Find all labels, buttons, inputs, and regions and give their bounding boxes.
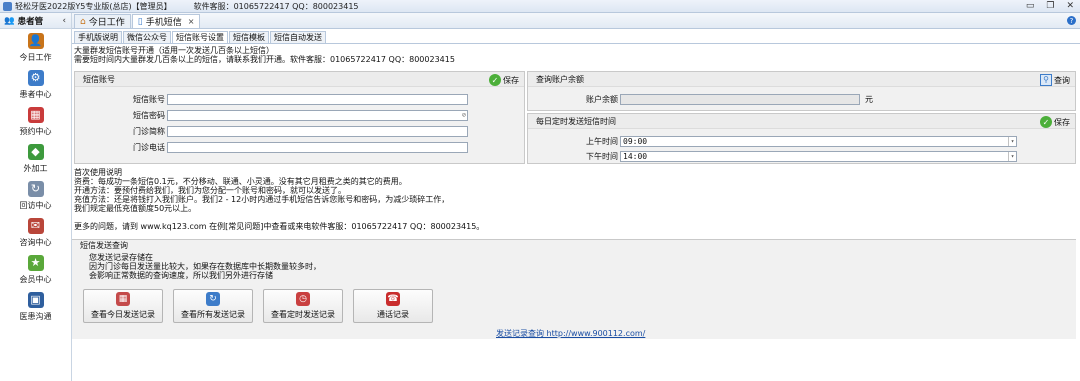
sidebar-item-3[interactable]: ◆ 外加工: [0, 140, 71, 177]
help-icon[interactable]: ?: [1067, 16, 1076, 25]
sidebar-header[interactable]: 👥 患者管 ‹: [0, 13, 71, 29]
followup-icon: ↻: [27, 180, 44, 197]
chevron-down-icon[interactable]: ▾: [1008, 137, 1016, 146]
outsourcing-icon: ◆: [27, 143, 44, 160]
label-balance: 账户余额: [586, 95, 618, 104]
sidebar: 👥 患者管 ‹ 👤 今日工作 ⚙ 患者中心 ▦ 预约中心 ◆ 外加工 ↻ 回访中心 ✉ 咨询中心 ★ 会员…: [0, 13, 72, 381]
sidebar-header-label: 患者管: [17, 16, 44, 27]
main-tabbar: ⌂ 今日工作 ▯ 手机短信 ×: [72, 13, 1080, 29]
communication-icon: ▣: [27, 291, 44, 308]
label-clinic-phone: 门诊电话: [133, 143, 165, 152]
send-records-link[interactable]: 发送记录查询 http://www.900112.com/: [496, 328, 645, 339]
balance-unit: 元: [865, 95, 873, 104]
sidebar-item-7[interactable]: ▣ 医患沟通: [0, 288, 71, 325]
sms-password-input[interactable]: ⊘: [167, 110, 468, 121]
view-scheduled-records-button[interactable]: ◷ 查看定时发送记录: [263, 289, 343, 323]
subtab-sms-account[interactable]: 短信账号设置: [172, 31, 228, 43]
restore-icon[interactable]: ❐: [1046, 1, 1054, 11]
sidebar-item-label: 外加工: [23, 163, 48, 173]
save-schedule-button[interactable]: ✓ 保存: [1040, 116, 1070, 128]
home-icon: ⌂: [80, 16, 86, 27]
collapse-icon[interactable]: ‹: [62, 16, 66, 26]
query-icon: ⚲: [1040, 74, 1052, 86]
notice-text: 大量群发短信账号开通（适用一次发送几百条以上短信） 需要短时间内大量群发几百条以…: [74, 46, 455, 64]
label-pm-time: 下午时间: [586, 152, 618, 161]
subtab-auto-send[interactable]: 短信自动发送: [270, 31, 326, 43]
query-balance-button[interactable]: ⚲ 查询: [1040, 74, 1070, 86]
balance-panel: 查询账户余额 ⚲ 查询 账户余额 元: [527, 71, 1076, 111]
schedule-panel: 每日定时发送短信时间 ✓ 保存 上午时间 09:00 ▾ 下午时间 14:00 …: [527, 113, 1076, 164]
app-logo-icon: [3, 1, 12, 11]
title-bar: 轻松牙医2022版Y5专业版(总店)【管理员】 软件客服：01065722417…: [0, 0, 1080, 13]
sms-query-section: 短信发送查询 您发送记录存储在 因为门诊每日发送量比较大，如果存在数据库中长期数…: [72, 239, 1076, 339]
subtab-wechat[interactable]: 微信公众号: [123, 31, 171, 43]
consult-icon: ✉: [27, 217, 44, 234]
schedule-title: 每日定时发送短信时间: [528, 114, 1075, 129]
label-sms-password: 短信密码: [133, 111, 165, 120]
check-icon: ✓: [1040, 116, 1052, 128]
chevron-down-icon[interactable]: ▾: [1008, 152, 1016, 161]
today-work-icon: 👤: [27, 32, 44, 49]
query-description: 您发送记录存储在 因为门诊每日发送量比较大，如果存在数据库中长期数量较多时， 会…: [89, 253, 321, 280]
subtab-mobile-guide[interactable]: 手机版说明: [74, 31, 122, 43]
hide-password-icon[interactable]: ⊘: [462, 111, 466, 119]
label-am-time: 上午时间: [586, 137, 618, 146]
clinic-abbr-input[interactable]: [167, 126, 468, 137]
pm-time-select[interactable]: 14:00 ▾: [620, 151, 1017, 162]
label-clinic-abbr: 门诊简称: [133, 127, 165, 136]
tab-today-work[interactable]: ⌂ 今日工作: [74, 14, 131, 28]
sms-account-input[interactable]: [167, 94, 468, 105]
sidebar-item-label: 回访中心: [19, 200, 52, 210]
content-area: 大量群发短信账号开通（适用一次发送几百条以上短信） 需要短时间内大量群发几百条以…: [72, 43, 1080, 381]
member-icon: ★: [27, 254, 44, 271]
check-icon: ✓: [489, 74, 501, 86]
sidebar-item-5[interactable]: ✉ 咨询中心: [0, 214, 71, 251]
tab-close-icon[interactable]: ×: [188, 17, 195, 26]
sidebar-item-2[interactable]: ▦ 预约中心: [0, 103, 71, 140]
balance-value: [620, 94, 860, 105]
phone-icon: ▯: [137, 16, 143, 27]
query-section-title: 短信发送查询: [80, 241, 128, 250]
sub-tabbar: 手机版说明 微信公众号 短信账号设置 短信模板 短信自动发送: [74, 31, 327, 43]
refresh-icon: ↻: [206, 292, 220, 306]
sidebar-item-6[interactable]: ★ 会员中心: [0, 251, 71, 288]
hotline-text: 软件客服：01065722417 QQ：800023415: [193, 1, 359, 11]
sidebar-item-label: 患者中心: [19, 89, 52, 99]
telephone-icon: ☎: [386, 292, 400, 306]
view-all-records-button[interactable]: ↻ 查看所有发送记录: [173, 289, 253, 323]
sidebar-item-label: 今日工作: [19, 52, 52, 62]
view-today-records-button[interactable]: ▦ 查看今日发送记录: [83, 289, 163, 323]
minimize-icon[interactable]: ▭: [1026, 1, 1035, 11]
close-icon[interactable]: ✕: [1066, 1, 1074, 11]
calendar-icon: ▦: [116, 292, 130, 306]
sidebar-item-0[interactable]: 👤 今日工作: [0, 29, 71, 66]
sidebar-item-label: 医患沟通: [19, 311, 52, 321]
save-account-button[interactable]: ✓ 保存: [489, 74, 519, 86]
panel-title: 短信账号: [75, 72, 524, 87]
sms-account-panel: 短信账号 ✓ 保存 短信账号 短信密码 ⊘ 门诊简称 门诊电话: [74, 71, 525, 164]
instructions-text: 首次使用说明 资费：每成功一条短信0.1元，不分移动、联通、小灵通。没有其它月租…: [74, 168, 485, 231]
window-title: 轻松牙医2022版Y5专业版(总店)【管理员】: [15, 1, 172, 11]
am-time-select[interactable]: 09:00 ▾: [620, 136, 1017, 147]
clock-icon: ◷: [296, 292, 310, 306]
sidebar-item-label: 预约中心: [19, 126, 52, 136]
appointment-icon: ▦: [27, 106, 44, 123]
clinic-phone-input[interactable]: [167, 142, 468, 153]
call-records-button[interactable]: ☎ 通话记录: [353, 289, 433, 323]
patient-center-icon: ⚙: [27, 69, 44, 86]
users-icon: 👥: [4, 15, 15, 26]
sidebar-item-label: 咨询中心: [19, 237, 52, 247]
sidebar-item-4[interactable]: ↻ 回访中心: [0, 177, 71, 214]
balance-title: 查询账户余额: [528, 72, 1075, 87]
sidebar-item-label: 会员中心: [19, 274, 52, 284]
tab-sms[interactable]: ▯ 手机短信 ×: [131, 14, 201, 28]
subtab-sms-template[interactable]: 短信模板: [229, 31, 269, 43]
label-sms-account: 短信账号: [133, 95, 165, 104]
sidebar-item-1[interactable]: ⚙ 患者中心: [0, 66, 71, 103]
